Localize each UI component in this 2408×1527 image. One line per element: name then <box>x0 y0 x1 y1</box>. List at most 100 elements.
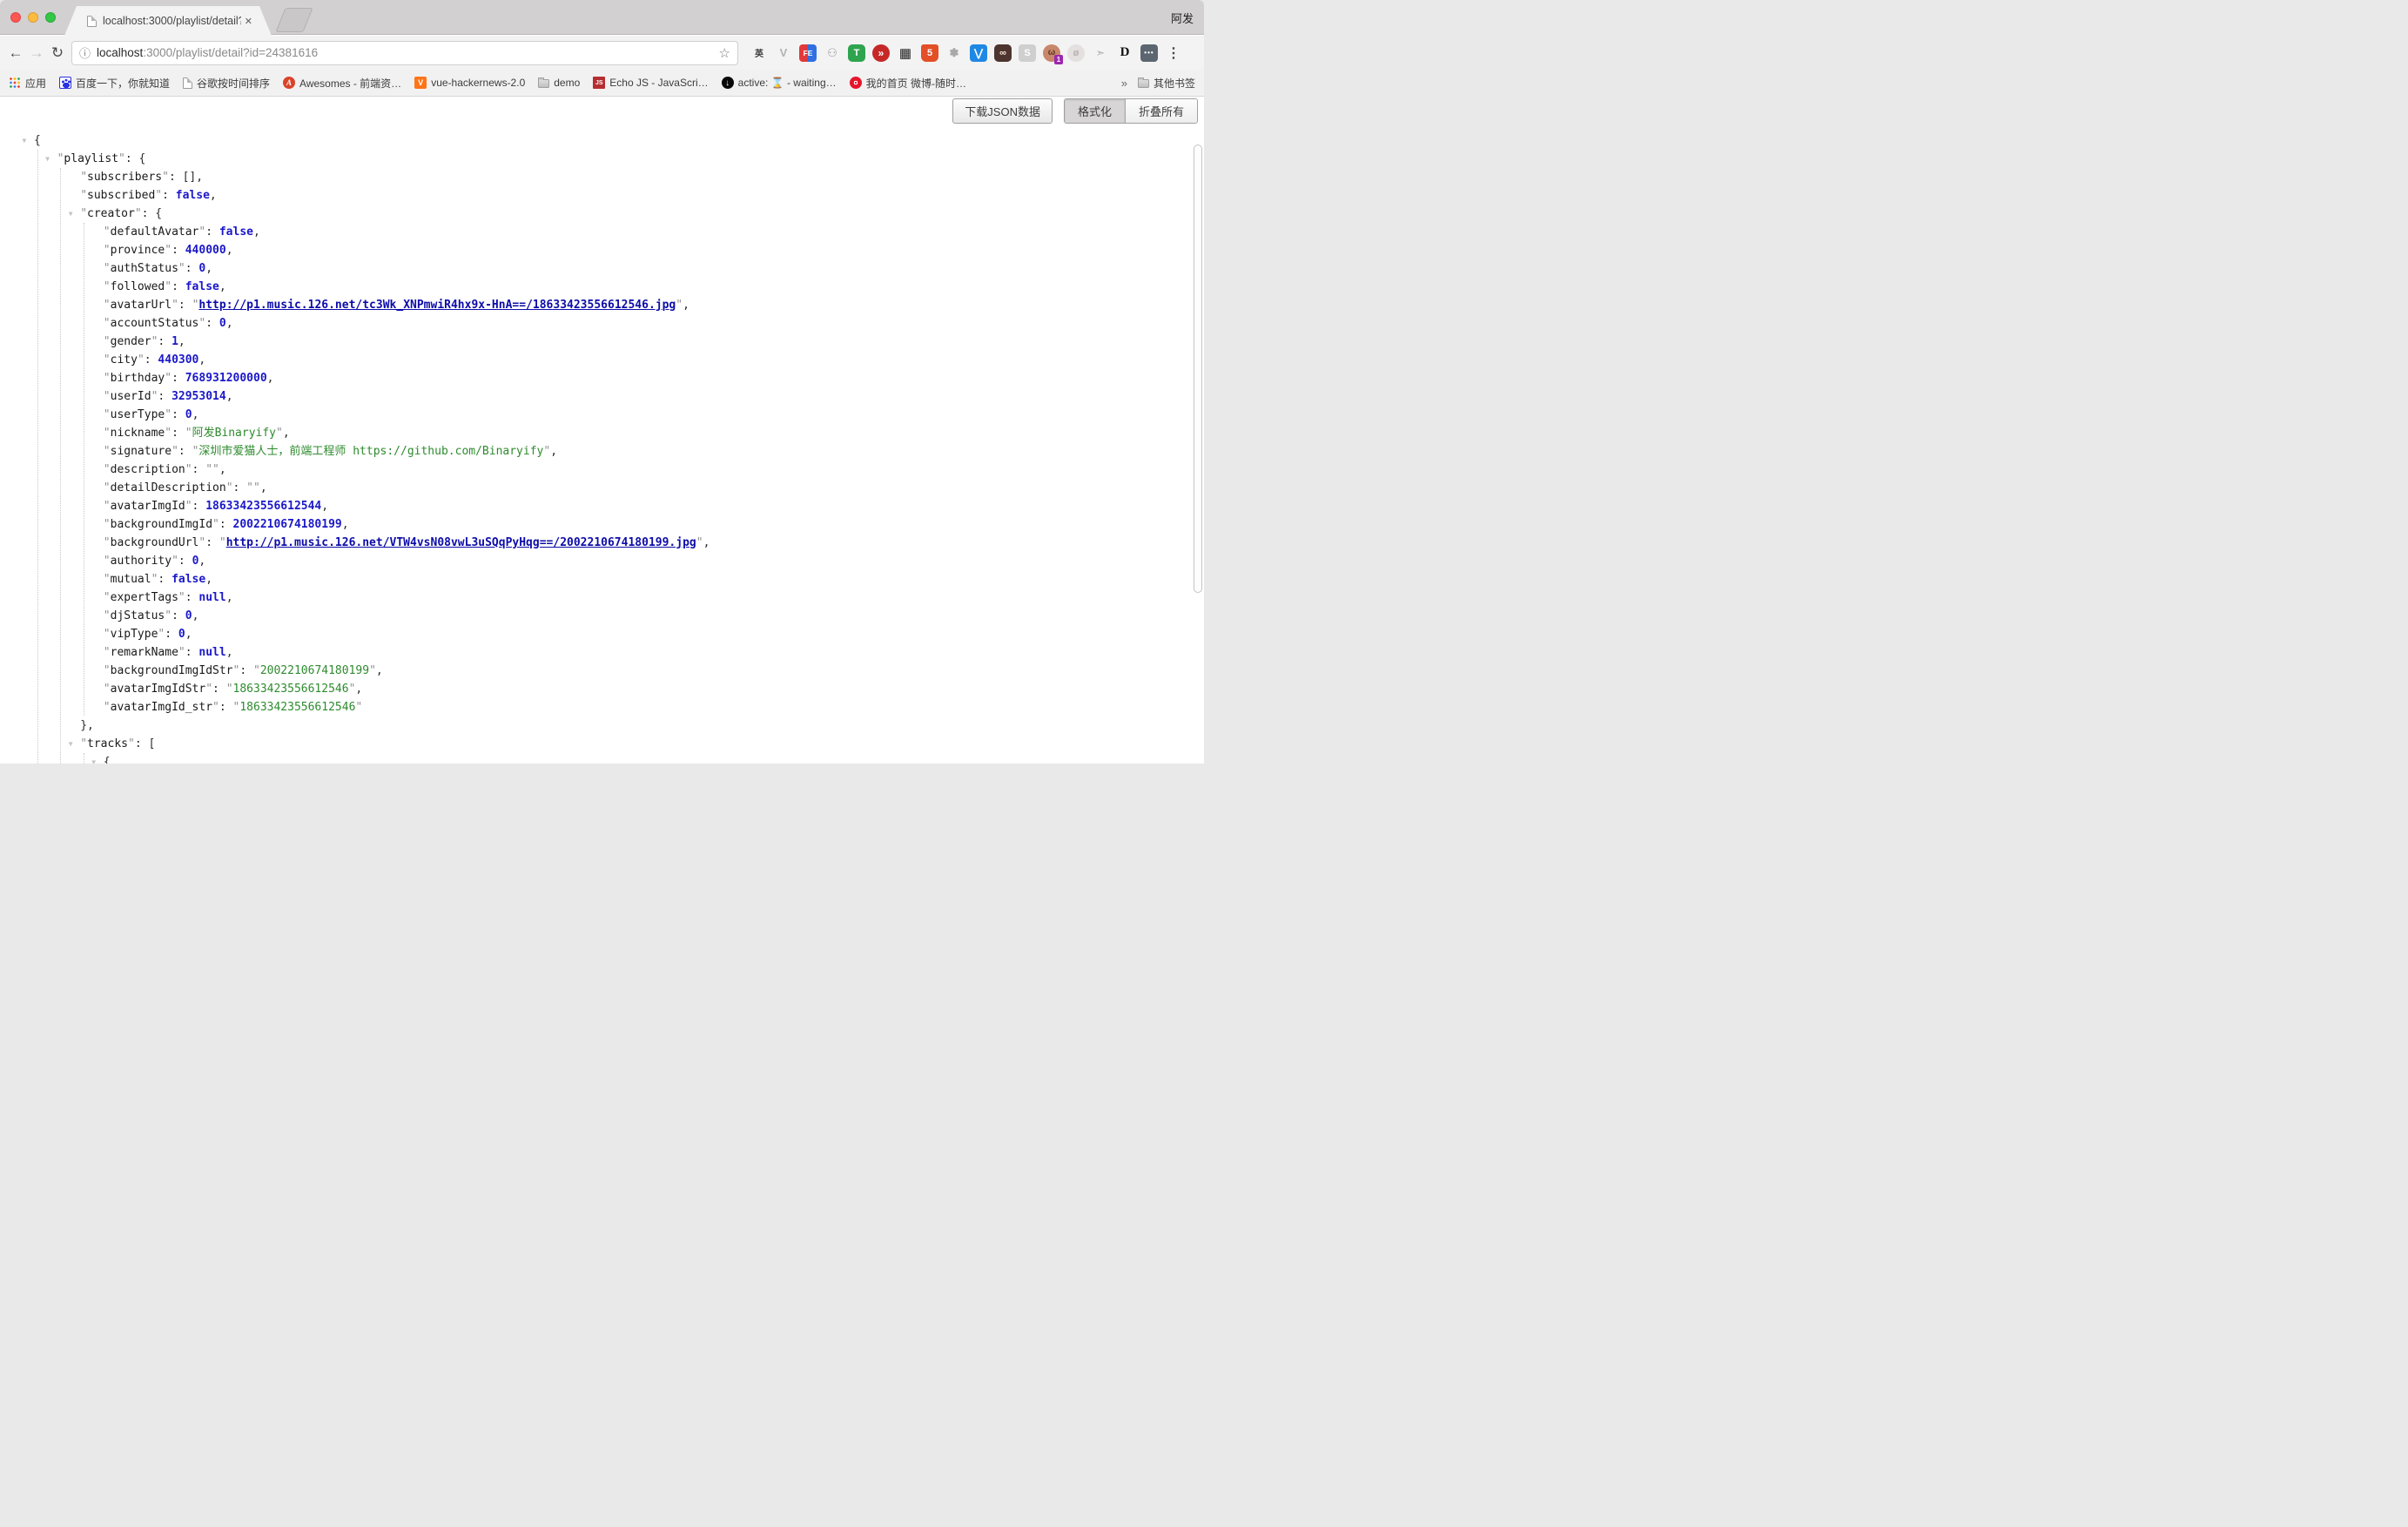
collapse-arrow-icon[interactable]: ▼ <box>45 150 50 168</box>
bookmark-active-download[interactable]: ↓active: ⌛ - waiting… <box>722 77 837 89</box>
downloader-icon[interactable]: ⋁ <box>970 44 987 62</box>
collapse-arrow-icon[interactable]: ▼ <box>69 735 73 753</box>
bookmark-baidu[interactable]: 百度一下，你就知道 <box>59 76 170 91</box>
json-token: " <box>226 481 233 494</box>
bookmarks-overflow-icon[interactable]: » <box>1121 77 1127 90</box>
scrollbar-thumb[interactable] <box>1194 145 1202 593</box>
json-token: avatarImgId <box>111 500 185 513</box>
html5-player-icon[interactable]: 5 <box>921 44 938 62</box>
bookmark-demo-folder[interactable]: demo <box>538 77 580 89</box>
json-link[interactable]: http://p1.music.126.net/tc3Wk_XNPmwiR4hx… <box>198 299 676 312</box>
stylish-monkey-icon[interactable]: ω1 <box>1043 44 1060 62</box>
vue-devtools-icon[interactable]: V <box>775 44 792 62</box>
mask-icon[interactable]: ∞ <box>994 44 1012 62</box>
json-line: }, <box>0 716 1204 735</box>
json-line: ▼"playlist": { <box>0 150 1204 168</box>
json-token: " <box>104 591 111 604</box>
new-tab-button[interactable] <box>275 8 313 32</box>
json-token: " <box>165 408 172 421</box>
qr-code-icon[interactable]: ▦ <box>897 44 914 62</box>
json-token: { <box>34 134 41 147</box>
json-token: " <box>104 280 111 293</box>
dark-reader-icon[interactable]: D <box>1116 44 1133 62</box>
json-token: province <box>111 244 165 257</box>
address-bar[interactable]: ⓘ localhost :3000/playlist/detail?id=243… <box>71 41 738 65</box>
json-token: 0 <box>185 609 192 622</box>
json-token: userType <box>111 408 165 421</box>
paw-icon[interactable]: ✽ <box>945 44 963 62</box>
json-token: , <box>376 664 383 677</box>
browser-menu-icon[interactable]: ⋮ <box>1167 44 1180 62</box>
json-line: "djStatus": 0, <box>0 607 1204 625</box>
json-token: " <box>172 555 178 568</box>
folder-icon <box>538 79 549 88</box>
json-token: 440000 <box>185 244 226 257</box>
tab-favicon-icon <box>87 16 97 27</box>
json-token: " <box>128 737 135 750</box>
json-token: 768931200000 <box>185 372 267 385</box>
json-line: "gender": 1, <box>0 333 1204 351</box>
json-token: false <box>176 189 210 202</box>
bookmark-apps[interactable]: 应用 <box>9 76 46 91</box>
json-link[interactable]: http://p1.music.126.net/VTW4vsN08vwL3uSQ… <box>226 536 696 549</box>
json-line: "avatarImgId_str": "18633423556612546" <box>0 698 1204 716</box>
json-token: userId <box>111 390 151 403</box>
json-token: gender <box>111 335 151 348</box>
collapse-arrow-icon[interactable]: ▼ <box>91 753 96 764</box>
proxy-switch-icon[interactable]: ⚇ <box>824 44 841 62</box>
json-token: djStatus <box>111 609 165 622</box>
json-token: false <box>219 225 253 239</box>
json-token: : <box>169 171 183 184</box>
json-token: : <box>205 536 219 549</box>
fe-helper-icon[interactable]: FE <box>799 44 817 62</box>
json-line: "detailDescription": "", <box>0 479 1204 497</box>
json-token: : <box>158 390 172 403</box>
json-token: " <box>104 500 111 513</box>
collapse-arrow-icon[interactable]: ▼ <box>69 205 73 223</box>
json-token: " <box>104 463 111 476</box>
json-token: : <box>172 427 185 440</box>
json-token: " <box>104 225 111 239</box>
bookmark-awesomes[interactable]: AAwesomes - 前端资… <box>283 76 401 91</box>
json-token: " <box>104 299 111 312</box>
json-token: vipType <box>111 628 158 641</box>
s-logo-icon[interactable]: S <box>1019 44 1036 62</box>
bookmark-weibo-home[interactable]: 我的首页 微博-随时… <box>850 76 966 91</box>
collapse-arrow-icon[interactable]: ▼ <box>23 131 27 150</box>
more-extensions-icon[interactable]: ••• <box>1140 44 1158 62</box>
bookmark-star-icon[interactable]: ☆ <box>719 45 730 61</box>
minimize-window-button[interactable] <box>28 12 38 23</box>
json-token: : <box>172 408 185 421</box>
video-speed-icon[interactable]: » <box>872 44 890 62</box>
title-bar: localhost:3000/playlist/detail?i ✕ 阿发 <box>0 0 1204 35</box>
zoom-window-button[interactable] <box>45 12 56 23</box>
json-token: }, <box>80 719 94 732</box>
back-icon[interactable]: ← <box>5 44 26 62</box>
profile-name[interactable]: 阿发 <box>1171 10 1194 26</box>
json-token: avatarUrl <box>111 299 172 312</box>
bookmark-vue-hackernews[interactable]: Vvue-hackernews-2.0 <box>414 77 525 89</box>
close-window-button[interactable] <box>10 12 21 23</box>
json-line: "signature": "深圳市爱猫人士，前端工程师 https://gith… <box>0 442 1204 461</box>
other-bookmarks-folder[interactable]: 其他书签 <box>1138 76 1195 91</box>
bookmark-echojs[interactable]: JSEcho JS - JavaScri… <box>593 77 708 89</box>
folder-icon <box>1138 79 1149 88</box>
reload-icon[interactable]: ↻ <box>47 44 68 62</box>
weibo-bird-icon[interactable]: ø <box>1067 44 1085 62</box>
bookmark-label: Awesomes - 前端资… <box>299 76 401 91</box>
page-info-icon[interactable]: ⓘ <box>79 44 91 61</box>
bookmark-google-sorted[interactable]: 谷歌按时间排序 <box>183 76 270 91</box>
browser-tab[interactable]: localhost:3000/playlist/detail?i ✕ <box>64 6 272 36</box>
json-token: , <box>260 481 267 494</box>
page-icon <box>183 77 192 89</box>
tab-close-icon[interactable]: ✕ <box>245 16 252 27</box>
json-token: : <box>185 646 199 659</box>
translate-icon[interactable]: 英 <box>750 44 768 62</box>
bird-icon[interactable]: ➣ <box>1092 44 1109 62</box>
json-token: , <box>355 683 362 696</box>
tampermonkey-icon[interactable]: T <box>848 44 865 62</box>
json-token: { <box>139 152 146 165</box>
json-token: 0 <box>219 317 226 330</box>
json-token: " <box>80 737 87 750</box>
json-line: "followed": false, <box>0 278 1204 296</box>
